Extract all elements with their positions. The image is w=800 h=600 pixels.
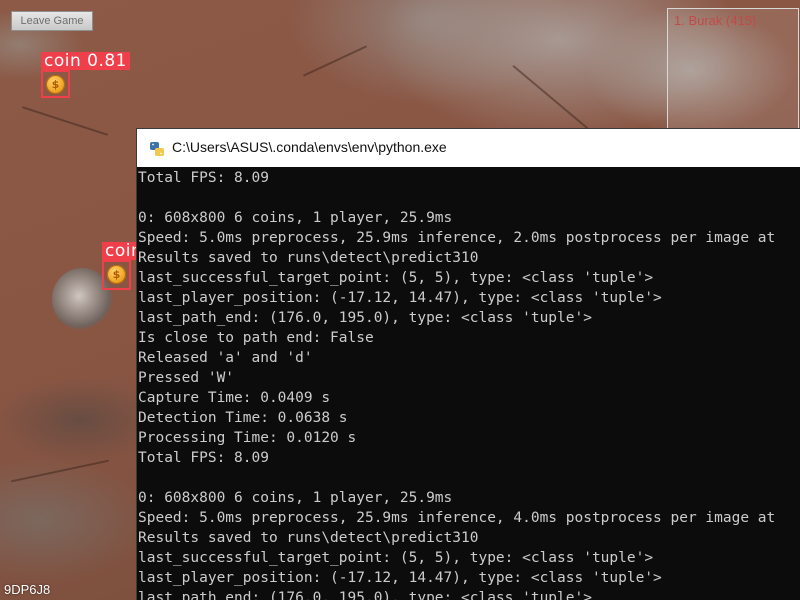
leave-game-button[interactable]: Leave Game	[11, 11, 93, 31]
detection-box: $	[102, 260, 131, 290]
console-line: Speed: 5.0ms preprocess, 25.9ms inferenc…	[138, 510, 776, 526]
console-line: Total FPS: 8.09	[138, 170, 269, 186]
console-line: 0: 608x800 6 coins, 1 player, 25.9ms	[138, 490, 453, 506]
console-line: last_path_end: (176.0, 195.0), type: <cl…	[138, 590, 592, 600]
detection-box: $	[41, 70, 70, 98]
coin-icon: $	[107, 265, 126, 284]
console-line: last_successful_target_point: (5, 5), ty…	[138, 550, 654, 566]
console-line: Detection Time: 0.0638 s	[138, 410, 348, 426]
console-title: C:\Users\ASUS\.conda\envs\env\python.exe	[172, 139, 447, 155]
console-line: Speed: 5.0ms preprocess, 25.9ms inferenc…	[138, 230, 776, 246]
console-window[interactable]: C:\Users\ASUS\.conda\envs\env\python.exe…	[136, 128, 800, 600]
leaderboard-panel: 1. Burak (415)	[667, 8, 799, 138]
console-line: Results saved to runs\detect\predict310	[138, 530, 479, 546]
console-line: last_player_position: (-17.12, 14.47), t…	[138, 570, 662, 586]
terrain-crack	[21, 106, 109, 136]
console-line: last_successful_target_point: (5, 5), ty…	[138, 270, 654, 286]
console-output: Total FPS: 8.09 0: 608x800 6 coins, 1 pl…	[137, 167, 800, 600]
console-line: Is close to path end: False	[138, 330, 374, 346]
terrain-crack	[512, 64, 598, 138]
session-code: 9DP6J8	[4, 582, 51, 597]
console-line: Capture Time: 0.0409 s	[138, 390, 331, 406]
console-line: Processing Time: 0.0120 s	[138, 430, 357, 446]
console-titlebar[interactable]: C:\Users\ASUS\.conda\envs\env\python.exe	[137, 129, 800, 167]
python-icon	[150, 142, 164, 156]
console-line: last_player_position: (-17.12, 14.47), t…	[138, 290, 662, 306]
console-line: 0: 608x800 6 coins, 1 player, 25.9ms	[138, 210, 453, 226]
console-line: Released 'a' and 'd'	[138, 350, 313, 366]
detection-label: coin 0.81	[41, 52, 131, 70]
leaderboard-entry: 1. Burak (415)	[674, 13, 757, 28]
console-line: Results saved to runs\detect\predict310	[138, 250, 479, 266]
terrain-crack	[302, 45, 368, 77]
game-canvas[interactable]: Leave Game 1. Burak (415) coin 0.81 $ co…	[0, 0, 800, 600]
console-line: last_path_end: (176.0, 195.0), type: <cl…	[138, 310, 592, 326]
console-line: Total FPS: 8.09	[138, 450, 269, 466]
console-line: Pressed 'W'	[138, 370, 235, 386]
terrain-crack	[10, 459, 110, 483]
coin-icon: $	[46, 75, 65, 94]
